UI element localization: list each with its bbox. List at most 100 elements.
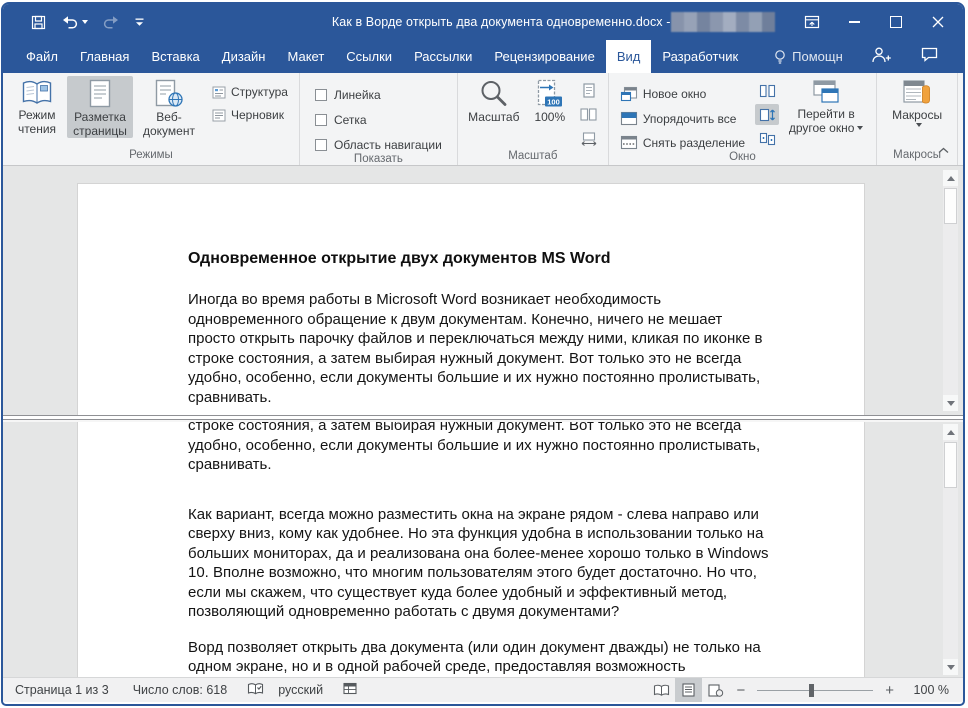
outline-view-button[interactable]: Структура [212, 85, 288, 99]
triangle-up-icon [947, 176, 955, 181]
redo-button[interactable] [103, 15, 120, 29]
page-indicator[interactable]: Страница 1 из 3 [15, 683, 109, 697]
reset-window-position-button[interactable] [755, 128, 779, 149]
document-text-line: позволяющий одновременно работать с двум… [188, 602, 864, 622]
tab-developer[interactable]: Разработчик [651, 40, 749, 73]
macro-record-icon [343, 682, 357, 695]
page-width-button[interactable] [577, 128, 601, 149]
zoom-slider-thumb[interactable] [809, 684, 814, 697]
reset-position-icon [759, 132, 776, 146]
draft-view-button[interactable]: Черновик [212, 108, 288, 122]
read-mode-button[interactable]: Режим чтения [9, 76, 65, 136]
feedback-button[interactable] [920, 46, 939, 67]
gridlines-checkbox-row[interactable]: Сетка [315, 113, 442, 127]
split-bar[interactable] [3, 415, 963, 422]
tab-insert[interactable]: Вставка [140, 40, 210, 73]
close-button[interactable] [917, 4, 959, 40]
document-pane-top: Одновременное открытие двух документов M… [3, 166, 963, 415]
zoom-button[interactable]: Масштаб [464, 76, 524, 125]
switch-windows-button[interactable]: Перейти в другое окно [782, 76, 870, 135]
zoom-slider[interactable] [757, 690, 873, 691]
zoom-100-button[interactable]: 100 100% [526, 76, 574, 125]
scrollbar-bottom-pane[interactable] [943, 424, 958, 675]
save-button[interactable] [31, 15, 46, 30]
scroll-up-button[interactable] [943, 424, 958, 440]
sign-in-button[interactable] [870, 46, 892, 68]
document-text-line: удобно, особенно, если документы большие… [188, 368, 864, 388]
document-text-line: просто открыть парочку файлов и переключ… [188, 329, 864, 349]
tab-view[interactable]: Вид [606, 40, 652, 73]
document-paragraph: Иногда во время работы в Microsoft Word … [188, 290, 864, 407]
zoom-out-button[interactable]: − [729, 683, 752, 698]
scrollbar-thumb[interactable] [944, 442, 957, 488]
collapse-ribbon-button[interactable] [938, 141, 949, 159]
status-web-layout-icon [708, 684, 724, 697]
document-page-top[interactable]: Одновременное открытие двух документов M… [77, 183, 865, 415]
side-by-side-icon [759, 84, 776, 98]
undo-dropdown-caret[interactable] [82, 20, 88, 24]
print-layout-view-button[interactable] [675, 678, 702, 702]
document-text-line: строке состояния, а затем выбирая нужный… [188, 422, 864, 436]
web-layout-button[interactable]: Веб-документ [135, 76, 203, 138]
document-heading: Одновременное открытие двух документов M… [188, 249, 864, 269]
ribbon-display-options-icon [804, 15, 820, 29]
tab-review[interactable]: Рецензирование [483, 40, 605, 73]
scrollbar-thumb[interactable] [944, 188, 957, 224]
proofing-status-button[interactable] [247, 682, 264, 699]
tab-row-icons [870, 40, 963, 73]
status-print-layout-icon [682, 683, 695, 697]
tab-design[interactable]: Дизайн [211, 40, 277, 73]
remove-split-button[interactable]: Снять разделение [620, 135, 745, 150]
ribbon-display-options-button[interactable] [791, 4, 833, 40]
zoom-level[interactable]: 100 % [901, 683, 949, 697]
read-mode-view-button[interactable] [648, 678, 675, 702]
arrange-all-button[interactable]: Упорядочить все [620, 111, 745, 126]
minimize-button[interactable] [833, 4, 875, 40]
language-indicator[interactable]: русский [278, 683, 323, 697]
word-count[interactable]: Число слов: 618 [133, 683, 228, 697]
gridlines-checkbox[interactable] [315, 114, 327, 126]
blurred-account-name [671, 12, 775, 32]
document-text-line: сверху вниз, кому как удобнее. Но эта фу… [188, 524, 864, 544]
document-page-bottom[interactable]: строке состояния, а затем выбирая нужный… [77, 422, 865, 677]
ruler-checkbox[interactable] [315, 89, 327, 101]
triangle-down-icon [947, 665, 955, 670]
sync-scroll-button[interactable] [755, 104, 779, 125]
tab-file[interactable]: Файл [15, 40, 69, 73]
macros-button[interactable]: Макросы [889, 76, 945, 127]
proofing-icon [247, 682, 264, 696]
collapse-ribbon-icon [938, 147, 949, 154]
tab-helper[interactable]: Помощн [763, 40, 854, 73]
tab-home[interactable]: Главная [69, 40, 140, 73]
document-text-line: сравнивать. [188, 455, 864, 475]
new-window-button[interactable]: Новое окно [620, 86, 745, 102]
customize-qat-button[interactable] [135, 18, 144, 27]
tab-mailings[interactable]: Рассылки [403, 40, 483, 73]
draft-icon [212, 109, 226, 122]
web-layout-view-button[interactable] [702, 678, 729, 702]
scrollbar-top-pane[interactable] [943, 170, 958, 411]
macro-record-button[interactable] [343, 682, 357, 698]
group-label-window: Окно [609, 150, 876, 165]
nav-pane-checkbox-row[interactable]: Область навигации [315, 138, 442, 152]
tab-layout[interactable]: Макет [276, 40, 335, 73]
scroll-down-button[interactable] [943, 659, 958, 675]
macros-icon [902, 79, 932, 106]
tab-references[interactable]: Ссылки [335, 40, 403, 73]
scroll-up-button[interactable] [943, 170, 958, 186]
document-text-line: Как вариант, всегда можно разместить окн… [188, 505, 864, 525]
document-text-line: если мы скажем, что существует куда боле… [188, 583, 864, 603]
side-by-side-button[interactable] [755, 80, 779, 101]
svg-text:100: 100 [547, 97, 560, 106]
one-page-button[interactable] [577, 80, 601, 101]
ruler-checkbox-row[interactable]: Линейка [315, 88, 442, 102]
scroll-down-button[interactable] [943, 395, 958, 411]
group-label-zoom: Масштаб [458, 149, 608, 165]
undo-button[interactable] [61, 15, 88, 29]
nav-pane-checkbox[interactable] [315, 139, 327, 151]
print-layout-button[interactable]: Разметка страницы [67, 76, 133, 138]
customize-qat-icon [135, 18, 144, 27]
multiple-pages-button[interactable] [577, 104, 601, 125]
maximize-button[interactable] [875, 4, 917, 40]
zoom-in-button[interactable]: + [878, 683, 901, 698]
